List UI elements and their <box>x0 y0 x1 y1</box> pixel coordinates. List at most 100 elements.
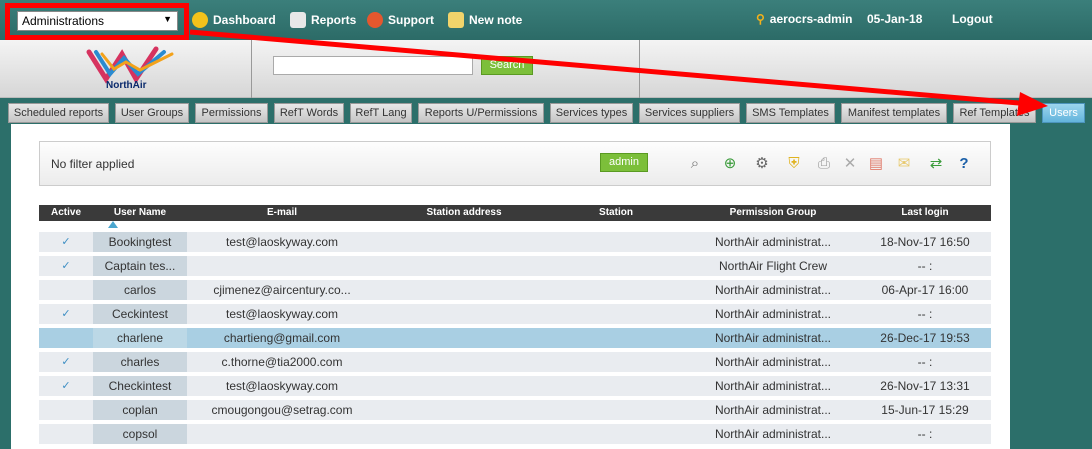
table-header: Active User Name E-mail Station address … <box>39 205 991 221</box>
dashboard-link[interactable]: Dashboard <box>192 12 276 28</box>
logout-link[interactable]: Logout <box>952 12 993 26</box>
tab-ref-templates[interactable]: Ref Templates <box>953 103 1036 123</box>
reports-link[interactable]: Reports <box>290 12 356 28</box>
logo-area: NorthAir <box>0 40 252 98</box>
admin-button[interactable]: admin <box>600 153 648 172</box>
cell-permission-group: NorthAir Flight Crew <box>718 259 828 273</box>
tab-services-suppliers[interactable]: Services suppliers <box>639 103 740 123</box>
cell-email: chartieng@gmail.com <box>223 331 341 345</box>
cell-last-login: 18-Nov-17 16:50 <box>880 235 970 249</box>
filter-status: No filter applied <box>51 157 135 171</box>
support-link[interactable]: Support <box>367 12 434 28</box>
cell-user-name: carlos <box>93 280 187 300</box>
cell-user-name: charlene <box>93 328 187 348</box>
cell-user-name: charles <box>93 352 187 372</box>
table-row[interactable]: copsol NorthAir administrat... -- : <box>39 424 991 444</box>
northair-logo <box>86 46 174 84</box>
header-active[interactable]: Active <box>39 207 93 218</box>
search-list-icon[interactable]: ⌕ <box>685 154 705 174</box>
add-record-icon[interactable]: ⊕ <box>720 154 740 174</box>
search-area: Search <box>253 40 640 98</box>
lifebuoy-icon <box>367 12 383 28</box>
reports-label: Reports <box>311 13 357 27</box>
note-icon <box>448 12 464 28</box>
header-bar: NorthAir Search <box>0 40 1092 98</box>
help-icon[interactable]: ? <box>954 154 974 174</box>
excel-icon[interactable]: ✕ <box>840 154 860 174</box>
table-row-selected[interactable]: charlene chartieng@gmail.com NorthAir ad… <box>39 328 991 348</box>
cell-last-login: 26-Dec-17 19:53 <box>880 331 970 345</box>
tab-manifest-templates[interactable]: Manifest templates <box>841 103 947 123</box>
tab-services-types[interactable]: Services types <box>550 103 633 123</box>
cell-user-name: Ceckintest <box>93 304 187 324</box>
cell-permission-group: NorthAir administrat... <box>714 379 832 393</box>
cell-email: cmougongou@setrag.com <box>211 403 353 417</box>
tab-sms-templates[interactable]: SMS Templates <box>746 103 835 123</box>
cell-permission-group: NorthAir administrat... <box>714 307 832 321</box>
table-row[interactable]: ✓ Checkintest test@laoskyway.com NorthAi… <box>39 376 991 396</box>
current-date: 05-Jan-18 <box>867 12 923 26</box>
cell-last-login: -- : <box>917 427 933 441</box>
cell-last-login: 26-Nov-17 13:31 <box>880 379 970 393</box>
table-row[interactable]: coplan cmougongou@setrag.com NorthAir ad… <box>39 400 991 420</box>
dashboard-icon <box>192 12 208 28</box>
cell-user-name: Bookingtest <box>93 232 187 252</box>
tab-users[interactable]: Users <box>1042 103 1085 123</box>
active-check-icon: ✓ <box>61 260 71 272</box>
mail-icon[interactable]: ✉ <box>894 154 914 174</box>
cell-last-login: 06-Apr-17 16:00 <box>881 283 969 297</box>
cell-user-name: Captain tes... <box>93 256 187 276</box>
tab-user-groups[interactable]: User Groups <box>115 103 189 123</box>
tab-reft-lang[interactable]: RefT Lang <box>350 103 412 123</box>
header-email[interactable]: E-mail <box>187 207 377 218</box>
admin-tabs: Scheduled reports User Groups Permission… <box>0 103 1092 123</box>
printer-icon[interactable]: ⎙ <box>814 154 834 174</box>
shield-icon[interactable]: ⛨ <box>784 154 804 174</box>
cell-permission-group: NorthAir administrat... <box>714 427 832 441</box>
header-last-login[interactable]: Last login <box>865 207 985 218</box>
tab-reft-words[interactable]: RefT Words <box>274 103 344 123</box>
table-row[interactable]: ✓ charles c.thorne@tia2000.com NorthAir … <box>39 352 991 372</box>
cell-email: c.thorne@tia2000.com <box>221 355 343 369</box>
cell-permission-group: NorthAir administrat... <box>714 235 832 249</box>
cell-last-login: -- : <box>917 307 933 321</box>
active-check-icon: ✓ <box>61 236 71 248</box>
pdf-icon[interactable]: ▤ <box>866 154 886 174</box>
tab-permissions[interactable]: Permissions <box>195 103 268 123</box>
new-note-link[interactable]: New note <box>448 12 522 28</box>
cell-last-login: -- : <box>917 355 933 369</box>
logo-text: NorthAir <box>106 80 147 91</box>
dashboard-label: Dashboard <box>213 13 276 27</box>
header-permission-group[interactable]: Permission Group <box>681 207 865 218</box>
header-station[interactable]: Station <box>551 207 681 218</box>
user-label: aerocrs-admin <box>769 12 853 26</box>
active-check-icon: ✓ <box>61 356 71 368</box>
support-label: Support <box>388 13 434 27</box>
tab-scheduled-reports[interactable]: Scheduled reports <box>8 103 109 123</box>
cell-email: test@laoskyway.com <box>226 307 338 321</box>
gear-icon[interactable]: ⚙ <box>752 154 772 174</box>
user-icon: ⚲ <box>756 12 765 26</box>
header-user-name[interactable]: User Name <box>93 207 187 218</box>
table-row[interactable]: ✓ Bookingtest test@laoskyway.com NorthAi… <box>39 232 991 252</box>
cell-permission-group: NorthAir administrat... <box>714 403 832 417</box>
cell-last-login: 15-Jun-17 15:29 <box>881 403 969 417</box>
cell-email: cjimenez@aircentury.co... <box>213 283 351 297</box>
table-row[interactable]: ✓ Ceckintest test@laoskyway.com NorthAir… <box>39 304 991 324</box>
header-station-address[interactable]: Station address <box>377 207 551 218</box>
table-row[interactable]: ✓ Captain tes... NorthAir Flight Crew --… <box>39 256 991 276</box>
cell-permission-group: NorthAir administrat... <box>714 355 832 369</box>
search-button[interactable]: Search <box>481 56 533 75</box>
tab-reports-permissions[interactable]: Reports U/Permissions <box>418 103 544 123</box>
table-row[interactable]: carlos cjimenez@aircentury.co... NorthAi… <box>39 280 991 300</box>
user-menu[interactable]: ⚲ aerocrs-admin <box>756 12 853 26</box>
active-check-icon: ✓ <box>61 380 71 392</box>
cell-permission-group: NorthAir administrat... <box>714 283 832 297</box>
refresh-icon[interactable]: ⇄ <box>926 154 946 174</box>
search-input[interactable] <box>273 56 473 75</box>
cell-user-name: coplan <box>93 400 187 420</box>
new-note-label: New note <box>469 13 523 27</box>
cell-email: test@laoskyway.com <box>226 379 338 393</box>
cell-user-name: copsol <box>93 424 187 444</box>
cell-email: test@laoskyway.com <box>226 235 338 249</box>
